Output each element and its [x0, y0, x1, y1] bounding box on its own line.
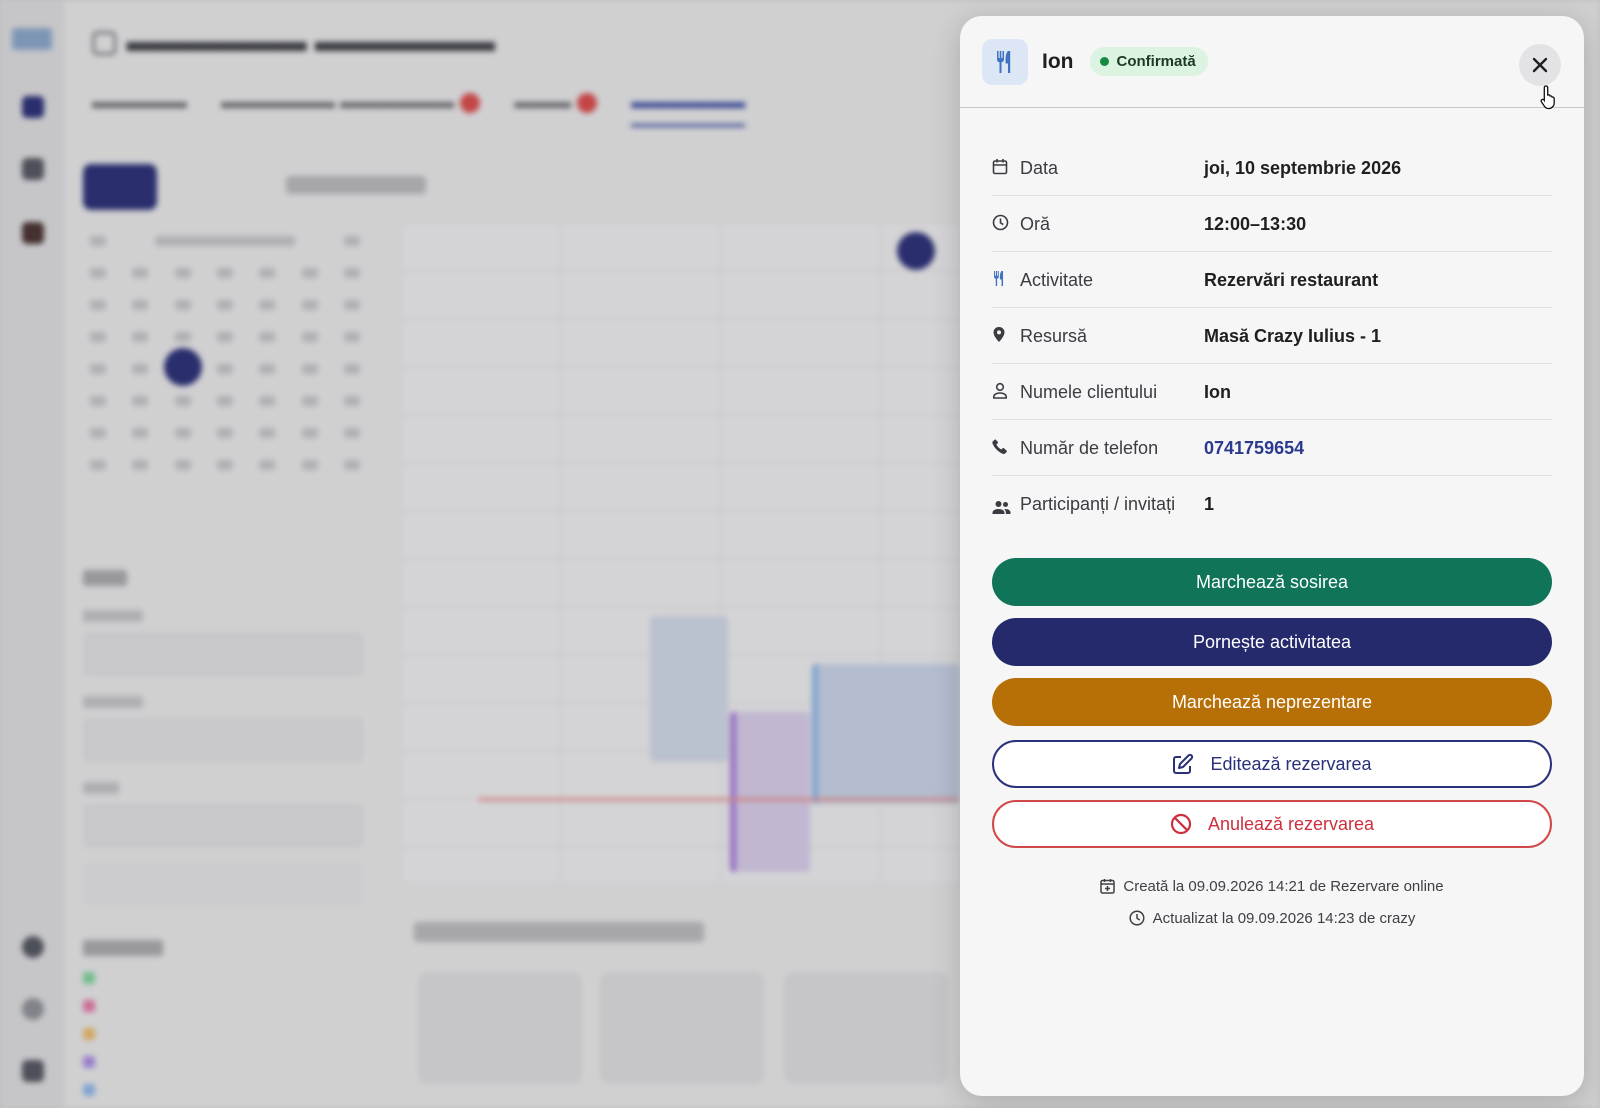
- group-icon: [992, 492, 1020, 520]
- action-buttons: Marchează sosirea Pornește activitatea M…: [960, 532, 1584, 848]
- updated-text: Actualizat la 09.09.2026 14:23 de crazy: [1152, 909, 1416, 927]
- created-info: Creată la 09.09.2026 14:21 de Rezervare …: [960, 870, 1584, 902]
- status-dot-icon: [1099, 57, 1109, 66]
- detail-label: Numele clientului: [1020, 382, 1158, 402]
- detail-row-activity: Activitate Rezervări restaurant: [992, 252, 1552, 308]
- details-list: Data joi, 10 septembrie 2026 Oră 12:00–1…: [960, 108, 1584, 532]
- detail-value: Ion: [1204, 382, 1231, 402]
- fork-knife-icon: [992, 268, 1020, 292]
- status-badge: Confirmată: [1089, 47, 1208, 76]
- panel-header: Ion Confirmată: [960, 16, 1584, 110]
- created-text: Creată la 09.09.2026 14:21 de Rezervare …: [1123, 877, 1444, 895]
- detail-row-time: Oră 12:00–13:30: [992, 196, 1552, 252]
- detail-row-phone: Număr de telefon 0741759654: [992, 420, 1552, 476]
- person-icon: [992, 380, 1020, 404]
- close-icon: [1532, 57, 1548, 73]
- updated-info: Actualizat la 09.09.2026 14:23 de crazy: [960, 902, 1584, 934]
- detail-label: Activitate: [1020, 270, 1094, 290]
- pointer-cursor-icon: [1540, 85, 1555, 110]
- detail-row-date: Data joi, 10 septembrie 2026: [992, 140, 1552, 196]
- reservation-detail-panel: Ion Confirmată Data joi, 10 septembrie 2…: [960, 16, 1584, 1096]
- fork-knife-icon: [982, 38, 1028, 85]
- detail-row-client-name: Numele clientului Ion: [992, 364, 1552, 420]
- calendar-icon: [992, 156, 1020, 180]
- cancel-reservation-button[interactable]: Anulează rezervarea: [992, 800, 1552, 848]
- detail-label: Participanți / invitați: [1020, 494, 1176, 514]
- detail-label: Oră: [1020, 214, 1051, 234]
- start-activity-button[interactable]: Pornește activitatea: [992, 618, 1552, 666]
- clock-icon: [992, 212, 1020, 236]
- status-label: Confirmată: [1116, 53, 1196, 70]
- detail-value: joi, 10 septembrie 2026: [1204, 158, 1402, 178]
- detail-value: Rezervări restaurant: [1204, 270, 1379, 290]
- detail-value: 12:00–13:30: [1204, 214, 1307, 234]
- detail-row-participants: Participanți / invitați 1: [992, 476, 1552, 532]
- clock-icon: [1129, 910, 1145, 926]
- phone-icon: [992, 436, 1020, 459]
- detail-value: Masă Crazy Iulius - 1: [1204, 326, 1382, 346]
- client-name-title: Ion: [1042, 49, 1074, 73]
- location-pin-icon: [992, 324, 1020, 348]
- audit-meta: Creată la 09.09.2026 14:21 de Rezervare …: [960, 870, 1584, 934]
- close-button[interactable]: [1519, 44, 1561, 86]
- cancel-reservation-label: Anulează rezervarea: [1207, 813, 1375, 834]
- detail-label: Resursă: [1020, 326, 1088, 346]
- detail-value: 1: [1204, 494, 1215, 514]
- calendar-plus-icon: [1100, 879, 1116, 894]
- detail-label: Număr de telefon: [1020, 438, 1159, 458]
- prohibited-icon: [1170, 813, 1192, 835]
- edit-icon: [1173, 753, 1194, 774]
- phone-link[interactable]: 0741759654: [1204, 436, 1304, 460]
- mark-arrival-button[interactable]: Marchează sosirea: [992, 558, 1552, 606]
- edit-reservation-label: Editează rezervarea: [1210, 753, 1372, 774]
- detail-label: Data: [1020, 158, 1059, 178]
- detail-row-resource: Resursă Masă Crazy Iulius - 1: [992, 308, 1552, 364]
- edit-reservation-button[interactable]: Editează rezervarea: [992, 740, 1552, 788]
- mark-no-show-button[interactable]: Marchează neprezentare: [992, 678, 1552, 726]
